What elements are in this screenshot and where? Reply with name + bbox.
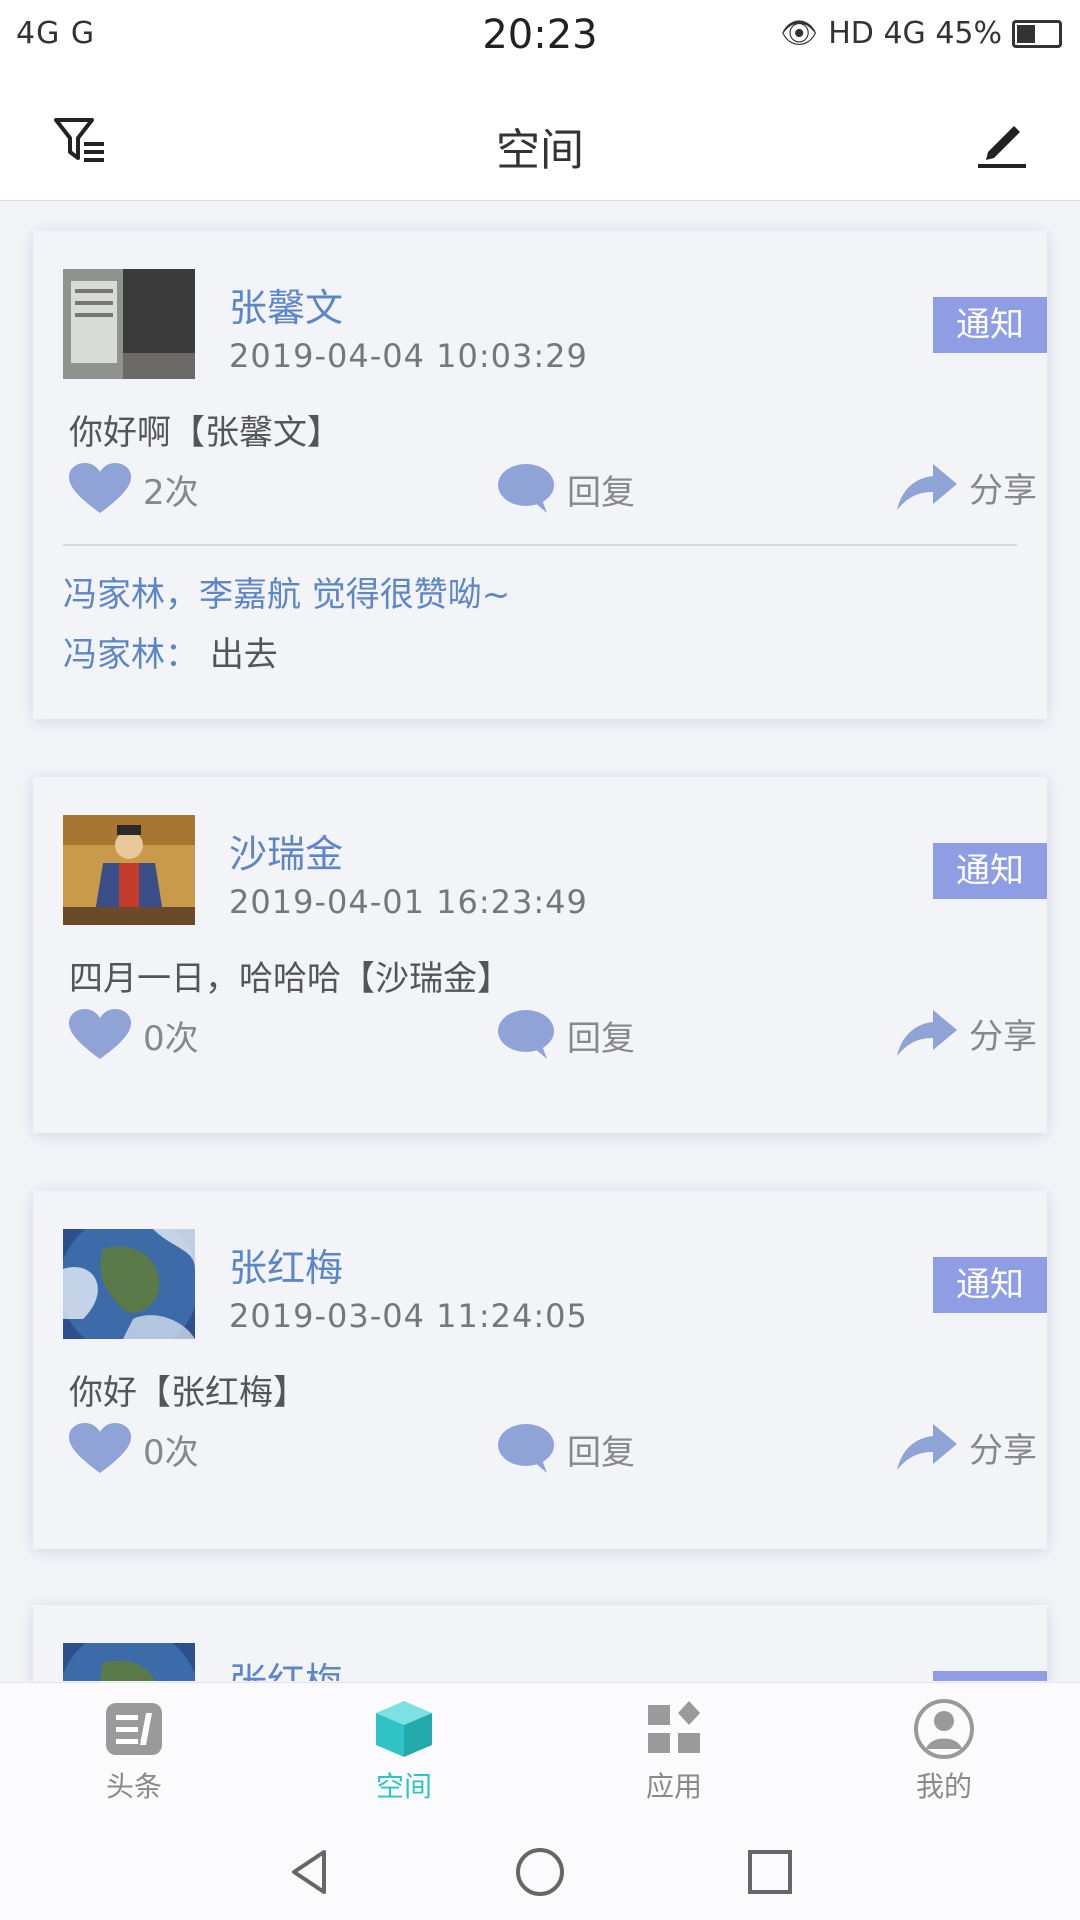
- edit-icon[interactable]: [974, 114, 1030, 170]
- share-button[interactable]: 分享: [897, 1009, 1037, 1058]
- tab-label: 我的: [915, 1770, 972, 1803]
- post-timestamp: 2019-04-01 16:23:49: [229, 883, 588, 921]
- heart-icon: [69, 1009, 131, 1059]
- share-arrow-icon: [897, 463, 957, 510]
- author-name[interactable]: 张红梅: [229, 1237, 343, 1292]
- post-card[interactable]: 张馨文 2019-04-04 10:03:29 通知 你好啊【张馨文】 2次 回…: [33, 231, 1047, 719]
- like-count: 0次: [143, 1432, 199, 1473]
- chat-bubble-icon: [498, 1424, 554, 1473]
- tab-label: 应用: [645, 1770, 702, 1803]
- post-timestamp: 2019-04-04 10:03:29: [229, 337, 588, 375]
- like-button[interactable]: 0次: [69, 1423, 199, 1475]
- divider: [63, 544, 1017, 546]
- post-content: 你好【张红梅】: [69, 1373, 307, 1413]
- share-button[interactable]: 分享: [897, 1423, 1037, 1472]
- reply-button[interactable]: 回复: [497, 1009, 635, 1061]
- status-right: 👁 HD 4G 45%: [780, 16, 1062, 51]
- reply-label: 回复: [567, 1432, 635, 1473]
- bottom-nav: 头条 空间 应用 我的: [0, 1682, 1080, 1829]
- like-button[interactable]: 0次: [69, 1009, 199, 1061]
- reply-button[interactable]: 回复: [497, 463, 635, 515]
- tab-space[interactable]: 空间: [304, 1699, 504, 1805]
- avatar[interactable]: [59, 1214, 199, 1354]
- recents-icon[interactable]: [740, 1842, 800, 1906]
- avatar[interactable]: [61, 1628, 197, 1681]
- like-summary: 冯家林，李嘉航 觉得很赞呦~: [63, 575, 511, 615]
- tab-label: 空间: [375, 1770, 432, 1803]
- author-name[interactable]: 张红梅: [229, 1651, 343, 1681]
- tab-profile[interactable]: 我的: [844, 1699, 1044, 1805]
- status-right-text: HD 4G 45%: [828, 16, 1002, 51]
- notice-badge: 通知: [933, 1257, 1047, 1313]
- notice-badge: 通知: [933, 843, 1047, 899]
- share-arrow-icon: [897, 1423, 957, 1470]
- apps-grid-icon: [648, 1701, 700, 1753]
- notice-badge: [933, 1671, 1047, 1681]
- post-actions: 2次 回复 分享: [69, 463, 1047, 523]
- author-name[interactable]: 沙瑞金: [229, 823, 343, 878]
- like-button[interactable]: 2次: [69, 463, 199, 515]
- post-card[interactable]: 张红梅: [33, 1605, 1047, 1681]
- like-count: 2次: [143, 472, 199, 513]
- chat-bubble-icon: [498, 1010, 554, 1059]
- share-arrow-icon: [897, 1009, 957, 1056]
- home-icon[interactable]: [510, 1842, 570, 1906]
- top-bar: 空间: [0, 74, 1080, 201]
- comment-author[interactable]: 冯家林：: [63, 635, 199, 675]
- post-card[interactable]: 沙瑞金 2019-04-01 16:23:49 通知 四月一日，哈哈哈【沙瑞金】…: [33, 777, 1047, 1133]
- reply-label: 回复: [567, 1018, 635, 1059]
- post-actions: 0次 回复 分享: [69, 1009, 1047, 1069]
- post-card[interactable]: 张红梅 2019-03-04 11:24:05 通知 你好【张红梅】 0次 回复…: [33, 1191, 1047, 1549]
- post-actions: 0次 回复 分享: [69, 1423, 1047, 1483]
- notice-badge: 通知: [933, 297, 1047, 353]
- battery-icon: [1012, 19, 1062, 48]
- like-count: 0次: [143, 1018, 199, 1059]
- avatar[interactable]: [63, 815, 195, 925]
- space-cube-icon: [376, 1701, 432, 1757]
- tab-apps[interactable]: 应用: [574, 1699, 774, 1805]
- post-timestamp: 2019-03-04 11:24:05: [229, 1297, 588, 1335]
- author-name[interactable]: 张馨文: [229, 277, 343, 332]
- share-label: 分享: [969, 1431, 1037, 1471]
- space-feed[interactable]: 张馨文 2019-04-04 10:03:29 通知 你好啊【张馨文】 2次 回…: [0, 201, 1080, 1681]
- chat-bubble-icon: [498, 464, 554, 513]
- avatar[interactable]: [63, 269, 195, 379]
- heart-icon: [69, 1423, 131, 1473]
- back-icon[interactable]: [280, 1842, 340, 1906]
- tab-headlines[interactable]: 头条: [34, 1699, 234, 1805]
- share-label: 分享: [969, 471, 1037, 511]
- tab-label: 头条: [105, 1770, 162, 1803]
- reply-label: 回复: [567, 472, 635, 513]
- comment-text: 出去: [209, 635, 278, 675]
- heart-icon: [69, 463, 131, 513]
- eye-icon: 👁: [780, 16, 819, 51]
- profile-icon: [914, 1699, 974, 1759]
- share-label: 分享: [969, 1017, 1037, 1057]
- post-content: 四月一日，哈哈哈【沙瑞金】: [69, 959, 511, 999]
- reply-button[interactable]: 回复: [497, 1423, 635, 1475]
- share-button[interactable]: 分享: [897, 463, 1037, 512]
- comment-item[interactable]: 冯家林： 出去: [63, 627, 278, 676]
- post-content: 你好啊【张馨文】: [69, 413, 341, 453]
- page-title: 空间: [496, 125, 584, 176]
- status-bar: 4G G 20:23 👁 HD 4G 45%: [0, 0, 1080, 74]
- headlines-icon: [106, 1703, 162, 1755]
- system-nav-bar: [0, 1828, 1080, 1920]
